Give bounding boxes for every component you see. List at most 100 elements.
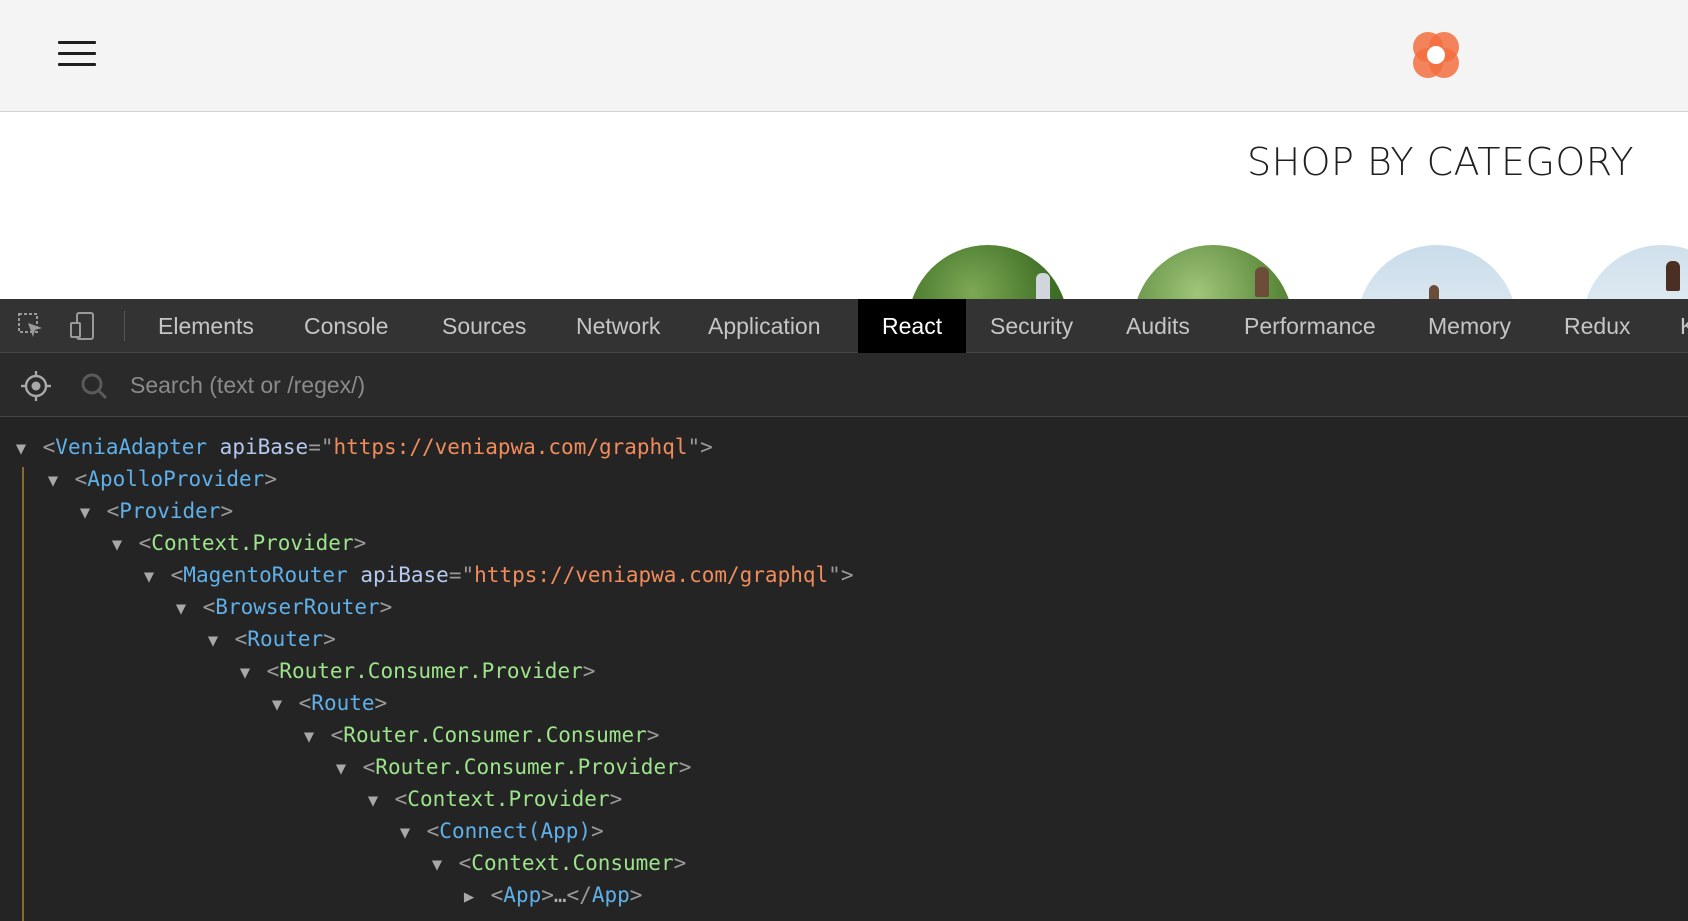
collapse-arrow-icon[interactable]: ▼ (204, 625, 222, 657)
tag-bracket: > (323, 627, 336, 651)
component-search-input[interactable] (118, 365, 1018, 405)
tab-application[interactable]: Application (684, 299, 845, 353)
tag-bracket: < (318, 723, 344, 747)
venia-logo-icon[interactable] (1408, 27, 1464, 83)
tag-bracket: > (220, 499, 234, 523)
tree-node[interactable]: ▼ <Context.Provider> (108, 527, 366, 559)
tab-redux[interactable]: Redux (1540, 299, 1654, 353)
collapse-arrow-icon[interactable]: ▼ (108, 529, 126, 561)
tag-bracket: > (840, 563, 854, 587)
tab-audits[interactable]: Audits (1102, 299, 1214, 353)
tag-bracket: < (62, 467, 88, 491)
category-image-figure (1429, 285, 1439, 299)
tag-bracket: < (414, 819, 440, 843)
device-toolbar-icon[interactable] (68, 311, 98, 341)
tag-bracket: < (286, 691, 312, 715)
tag-bracket: > (673, 851, 687, 875)
collapse-arrow-icon[interactable]: ▼ (44, 465, 62, 497)
tab-memory[interactable]: Memory (1404, 299, 1535, 353)
tree-node[interactable]: ▶ <App>…</App> (460, 879, 643, 913)
component-name: Router.Consumer.Provider (279, 659, 583, 683)
storefront-page: SHOP BY CATEGORY (0, 0, 1688, 299)
menu-icon[interactable] (54, 38, 100, 70)
tree-node[interactable]: ▼ <Provider> (76, 495, 233, 527)
menu-bar (58, 52, 96, 55)
tag-bracket: < (30, 435, 56, 459)
component-name: Router.Consumer.Provider (375, 755, 679, 779)
collapse-arrow-icon[interactable]: ▼ (300, 721, 318, 753)
category-image-figure (1255, 267, 1269, 297)
prop-equals: =" (308, 435, 334, 459)
prop-name: apiBase (360, 563, 449, 587)
tag-bracket: </ (566, 883, 592, 907)
prop-value: https://veniapwa.com/graphql (333, 435, 688, 459)
tag-bracket: < (126, 531, 152, 555)
prop-name: apiBase (219, 435, 309, 459)
tree-node[interactable]: ▼ <ApolloProvider> (44, 463, 277, 495)
category-image-figure (1036, 273, 1050, 299)
component-name: Context.Provider (407, 787, 610, 811)
tree-node[interactable]: ▼ <Route> (268, 687, 387, 719)
category-tile[interactable] (1133, 245, 1293, 299)
tab-sources[interactable]: Sources (418, 299, 550, 353)
toolbar-divider (124, 311, 125, 341)
tree-node[interactable]: ▼ <Context.Provider> (364, 783, 622, 815)
tab-console[interactable]: Console (280, 299, 412, 353)
tab-network[interactable]: Network (552, 299, 684, 353)
select-element-target-icon[interactable] (20, 370, 52, 402)
category-tile[interactable] (1357, 245, 1517, 299)
tag-bracket: > (591, 819, 604, 843)
collapse-arrow-icon[interactable]: ▼ (236, 657, 254, 689)
category-tile[interactable] (908, 245, 1068, 299)
component-name: Provider (119, 499, 221, 523)
tab-react[interactable]: React (858, 299, 967, 353)
component-name: Context.Provider (151, 531, 354, 555)
collapse-arrow-icon[interactable]: ▼ (428, 849, 446, 881)
tag-bracket: < (94, 499, 120, 523)
tag-bracket: > (541, 883, 554, 907)
tab-k[interactable]: K (1656, 299, 1688, 353)
tag-bracket: > (646, 723, 660, 747)
search-icon (81, 373, 108, 400)
component-tree: ▼ <VeniaAdapter apiBase="https://veniapw… (0, 417, 1688, 921)
component-name: Router (247, 627, 324, 651)
tab-performance[interactable]: Performance (1220, 299, 1400, 353)
collapse-arrow-icon[interactable]: ▼ (332, 753, 350, 785)
category-tile[interactable] (1582, 245, 1688, 299)
tree-node[interactable]: ▼ <Router.Consumer.Provider> (236, 655, 596, 689)
tree-node[interactable]: ▼ <Router> (204, 623, 336, 655)
shop-by-category-heading: SHOP BY CATEGORY (1246, 140, 1634, 184)
tab-elements[interactable]: Elements (134, 299, 278, 353)
collapsed-ellipsis: … (553, 883, 567, 907)
tag-bracket: > (629, 883, 643, 907)
tree-node[interactable]: ▼ <Connect(App)> (396, 815, 604, 847)
tree-node[interactable]: ▼ <Router.Consumer.Consumer> (300, 719, 660, 753)
tree-node[interactable]: ▼ <Context.Consumer> (428, 847, 686, 879)
tab-security[interactable]: Security (966, 299, 1097, 353)
inspect-element-icon[interactable] (16, 311, 46, 341)
prop-quote: " (687, 435, 701, 459)
tag-bracket: > (678, 755, 692, 779)
site-header (0, 0, 1688, 112)
collapse-arrow-icon[interactable]: ▼ (12, 433, 30, 465)
tag-bracket: < (446, 851, 472, 875)
component-name: Router.Consumer.Consumer (343, 723, 647, 747)
tree-node[interactable]: ▼ <MagentoRouter apiBase="https://veniap… (140, 559, 854, 593)
collapse-arrow-icon[interactable]: ▼ (76, 497, 94, 529)
collapse-arrow-icon[interactable]: ▼ (140, 561, 158, 593)
devtools-panel: Elements Console Sources Network Application… (0, 299, 1688, 921)
tag-bracket: < (382, 787, 408, 811)
collapse-arrow-icon[interactable]: ▼ (268, 689, 286, 721)
tree-node[interactable]: ▼ <VeniaAdapter apiBase="https://veniapw… (12, 431, 713, 463)
collapse-arrow-icon[interactable]: ▼ (396, 817, 414, 849)
tree-node[interactable]: ▼ <BrowserRouter> (172, 591, 392, 623)
tree-node[interactable]: ▼ <Router.Consumer.Provider> (332, 751, 692, 785)
collapse-arrow-icon[interactable]: ▼ (364, 785, 382, 817)
collapse-arrow-icon[interactable]: ▼ (172, 593, 190, 625)
tag-bracket: > (700, 435, 713, 459)
prop-value: https://veniapwa.com/graphql (474, 563, 829, 587)
tag-bracket: > (582, 659, 596, 683)
expand-arrow-icon[interactable]: ▶ (460, 881, 478, 913)
tag-bracket: < (254, 659, 280, 683)
component-name: Context.Consumer (471, 851, 674, 875)
